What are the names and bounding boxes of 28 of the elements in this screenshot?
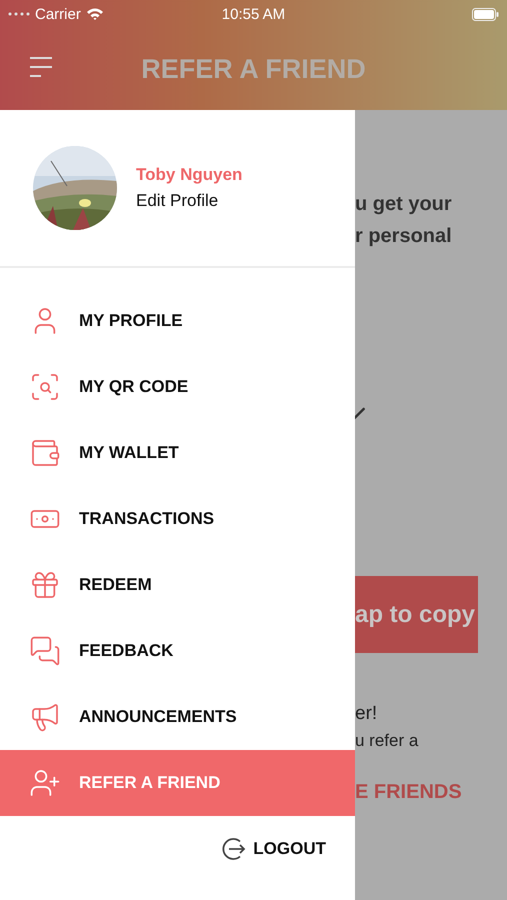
- menu-item[interactable]: TRANSACTIONS: [0, 486, 355, 552]
- edit-profile-link[interactable]: Edit Profile: [136, 191, 242, 211]
- menu-item[interactable]: MY PROFILE: [0, 288, 355, 354]
- logout-icon: [221, 836, 248, 862]
- carrier-label: Carrier: [35, 6, 81, 22]
- qr-search-icon: [29, 371, 61, 403]
- note-text: u refer a: [355, 731, 420, 751]
- wifi-icon: [86, 7, 104, 21]
- screen-title: REFER A FRIEND: [141, 54, 366, 84]
- menu-item[interactable]: MY QR CODE: [0, 354, 355, 420]
- gift-icon: [29, 569, 61, 601]
- signal-icon: [8, 12, 30, 16]
- user-name: Toby Nguyen: [136, 165, 242, 185]
- logout-button[interactable]: LOGOUT: [221, 836, 326, 862]
- note-title: er!: [355, 703, 378, 725]
- megaphone-icon: [29, 701, 61, 733]
- clock-time: 10:55 AM: [222, 6, 286, 22]
- menu-item[interactable]: REDEEM: [0, 552, 355, 618]
- chat-bubbles-icon: [29, 635, 61, 667]
- wallet-icon: [29, 437, 61, 469]
- menu-item[interactable]: FEEDBACK: [0, 618, 355, 684]
- battery-icon: [472, 8, 499, 20]
- intro-text: u get your: [355, 192, 453, 217]
- menu-icon[interactable]: [29, 55, 53, 79]
- intro-text: r personal: [355, 224, 453, 249]
- menu-item[interactable]: MY WALLET: [0, 420, 355, 486]
- menu-item[interactable]: ANNOUNCEMENTS: [0, 684, 355, 750]
- add-person-icon: [29, 767, 61, 799]
